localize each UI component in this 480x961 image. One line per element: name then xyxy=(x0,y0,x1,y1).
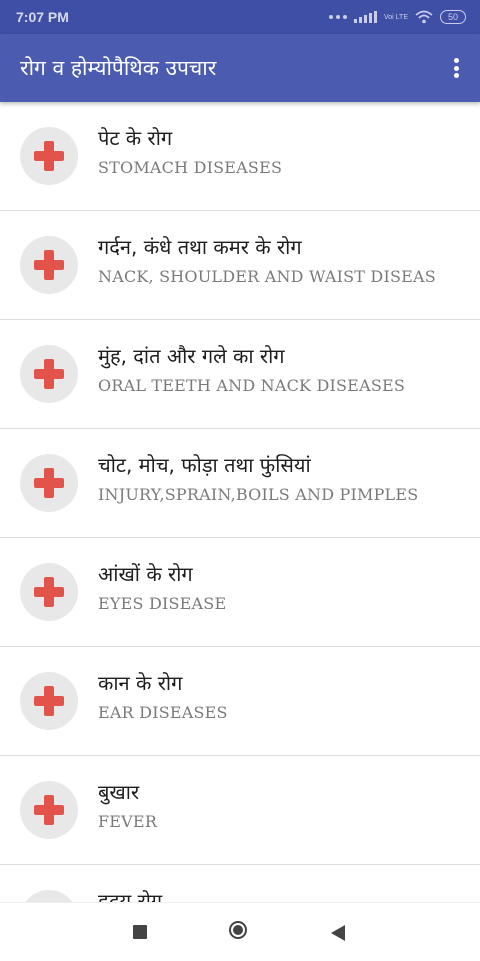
more-vert-icon[interactable] xyxy=(448,56,464,80)
list-item[interactable]: मुंह, दांत और गले का रोग ORAL TEETH AND N… xyxy=(0,320,480,429)
list-item[interactable]: कान के रोग EAR DISEASES xyxy=(0,647,480,756)
signal-icon xyxy=(354,11,377,23)
app-bar: रोग व होम्योपैथिक उपचार xyxy=(0,34,480,102)
list-item[interactable]: आंखों के रोग EYES DISEASE xyxy=(0,538,480,647)
item-subtitle: EYES DISEASE xyxy=(98,594,227,613)
list-item[interactable]: गर्दन, कंधे तथा कमर के रोग NACK, SHOULDER… xyxy=(0,211,480,320)
back-button[interactable] xyxy=(331,925,345,941)
list-item[interactable]: हृदय रोग xyxy=(0,865,480,902)
disease-list: पेट के रोग STOMACH DISEASES गर्दन, कंधे तथ… xyxy=(0,102,480,902)
item-subtitle: NACK, SHOULDER AND WAIST DISEAS xyxy=(98,267,436,286)
lte-icon: Voi LTE xyxy=(384,13,408,21)
icon-circle xyxy=(20,454,78,512)
list-item[interactable]: पेट के रोग STOMACH DISEASES xyxy=(0,102,480,211)
item-subtitle: ORAL TEETH AND NACK DISEASES xyxy=(98,376,406,395)
recents-button[interactable] xyxy=(133,925,147,939)
icon-circle xyxy=(20,890,78,902)
notification-dots-icon xyxy=(329,15,347,19)
navigation-bar xyxy=(0,902,480,961)
list-item[interactable]: चोट, मोच, फोड़ा तथा फुंसियां INJURY,SPRAI… xyxy=(0,429,480,538)
item-title: हृदय रोग xyxy=(98,889,163,902)
status-bar: 7:07 PM Voi LTE 50 xyxy=(0,0,480,34)
status-icons: Voi LTE 50 xyxy=(329,9,466,25)
medical-cross-icon xyxy=(34,468,64,498)
app-title: रोग व होम्योपैथिक उपचार xyxy=(20,56,217,80)
icon-circle xyxy=(20,236,78,294)
icon-circle xyxy=(20,127,78,185)
medical-cross-icon xyxy=(34,795,64,825)
item-title: पेट के रोग xyxy=(98,126,173,150)
home-button[interactable] xyxy=(229,921,247,939)
item-subtitle: STOMACH DISEASES xyxy=(98,158,283,177)
medical-cross-icon xyxy=(34,577,64,607)
icon-circle xyxy=(20,563,78,621)
item-title: बुखार xyxy=(98,780,140,804)
battery-icon: 50 xyxy=(440,10,466,24)
medical-cross-icon xyxy=(34,686,64,716)
item-subtitle: INJURY,SPRAIN,BOILS AND PIMPLES xyxy=(98,485,419,504)
item-title: कान के रोग xyxy=(98,671,183,695)
medical-cross-icon xyxy=(34,141,64,171)
wifi-icon xyxy=(415,10,433,24)
item-subtitle: EAR DISEASES xyxy=(98,703,228,722)
icon-circle xyxy=(20,781,78,839)
icon-circle xyxy=(20,672,78,730)
status-time: 7:07 PM xyxy=(16,9,69,25)
item-title: चोट, मोच, फोड़ा तथा फुंसियां xyxy=(98,453,311,477)
list-item[interactable]: बुखार FEVER xyxy=(0,756,480,865)
item-title: आंखों के रोग xyxy=(98,562,193,586)
item-title: मुंह, दांत और गले का रोग xyxy=(98,344,285,368)
item-subtitle: FEVER xyxy=(98,812,158,831)
medical-cross-icon xyxy=(34,250,64,280)
medical-cross-icon xyxy=(34,359,64,389)
item-title: गर्दन, कंधे तथा कमर के रोग xyxy=(98,235,302,259)
icon-circle xyxy=(20,345,78,403)
